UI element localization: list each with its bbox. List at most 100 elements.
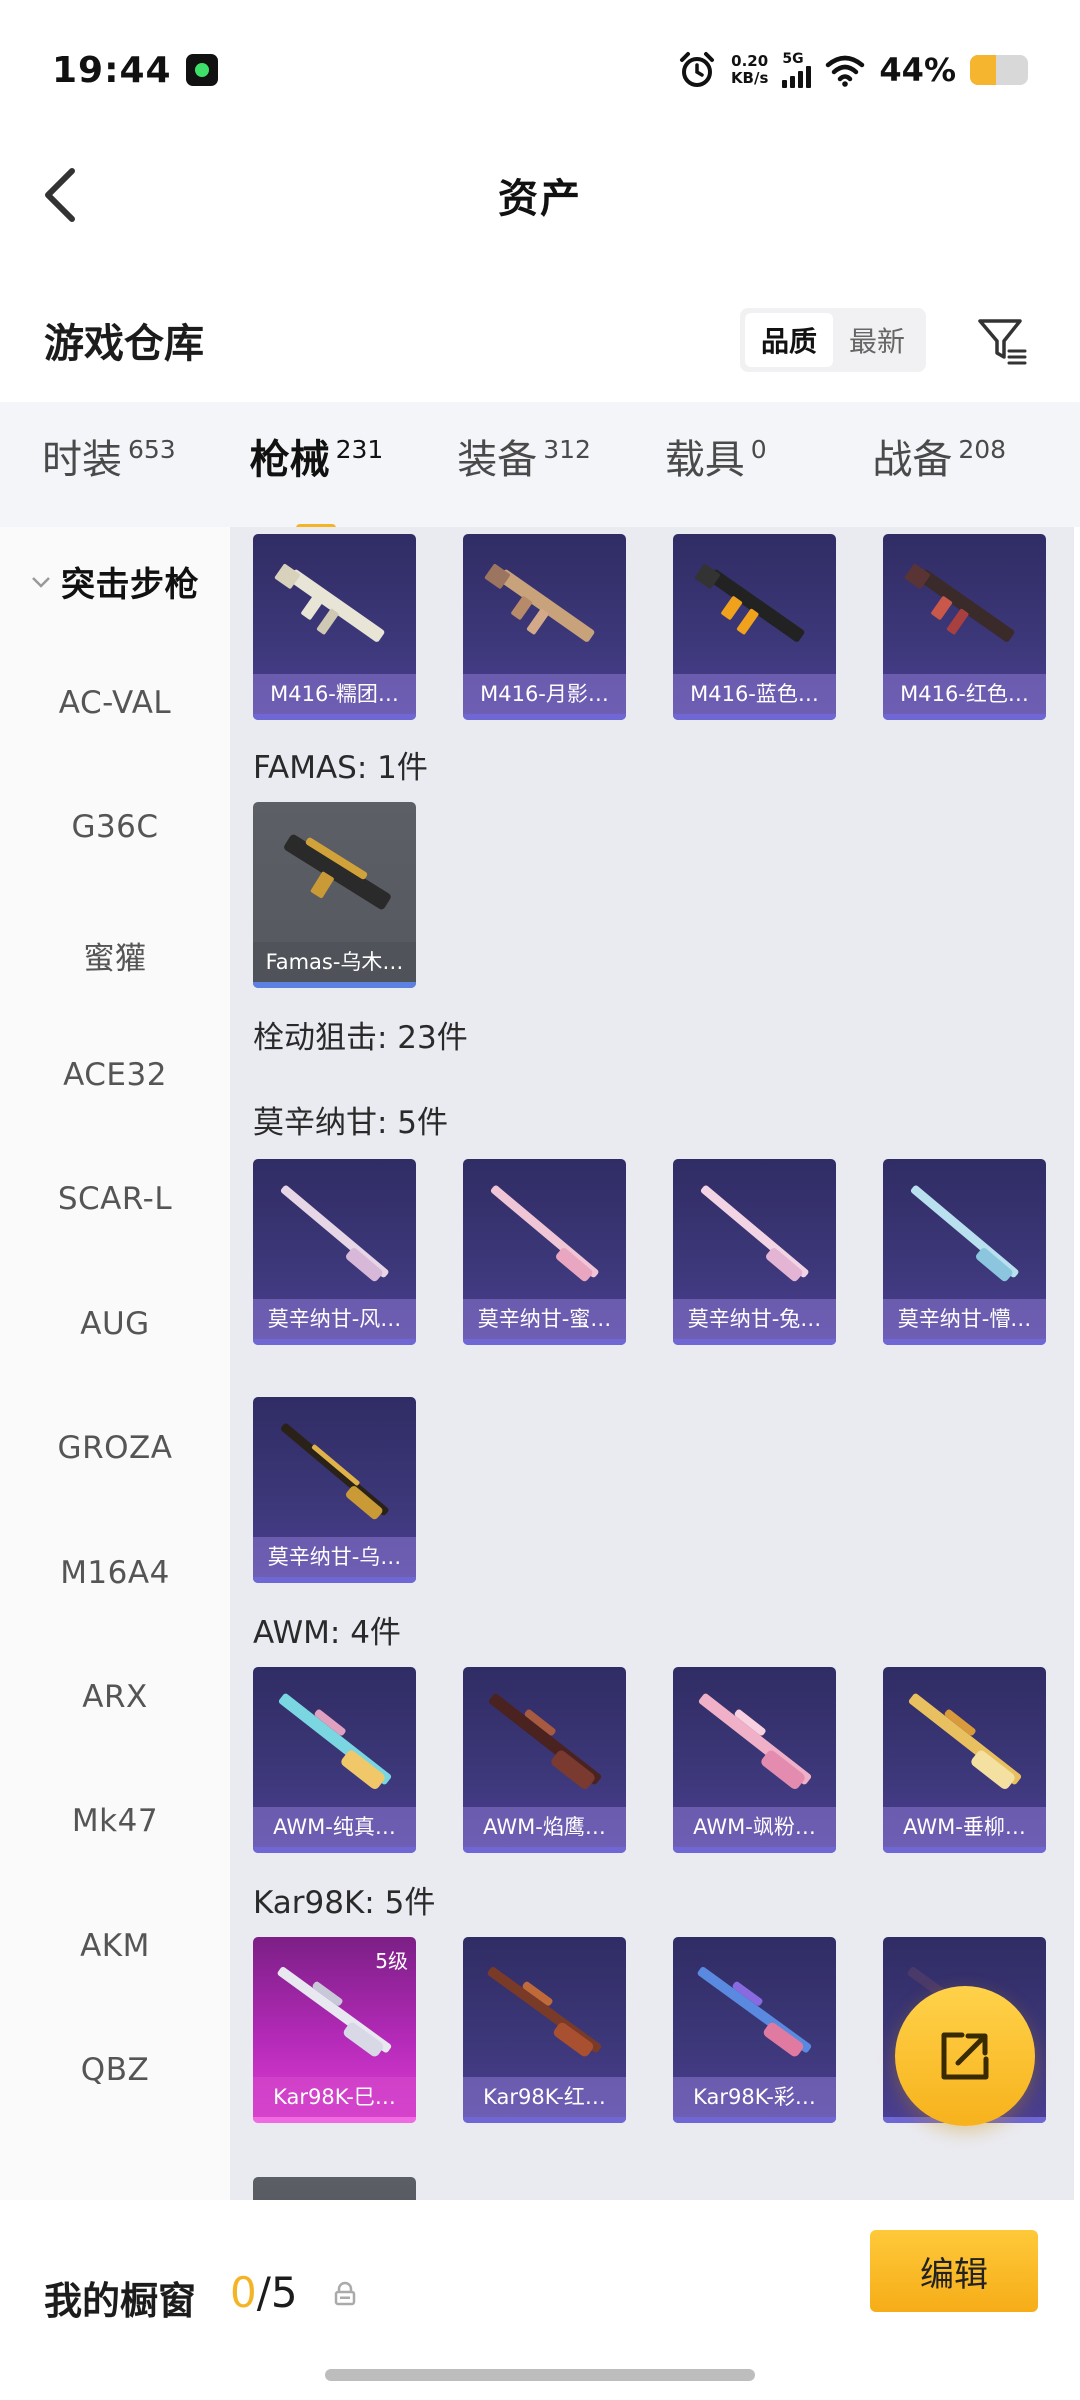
share-button[interactable] xyxy=(895,1986,1035,2126)
rarity-bar xyxy=(253,982,416,988)
showcase-bar: 我的橱窗 0/5 编辑 xyxy=(0,2200,1080,2400)
tab-count: 208 xyxy=(958,434,1007,464)
sort-option-quality[interactable]: 品质 xyxy=(745,313,833,367)
skin-name: Kar98K-巳… xyxy=(253,2077,416,2117)
skin-card[interactable]: AWM-焰鹰… xyxy=(463,1667,626,1853)
skin-name: AWM-垂柳… xyxy=(883,1807,1046,1847)
rarity-bar xyxy=(253,714,416,720)
tab-supplies[interactable]: 战备 208 xyxy=(872,430,1080,500)
sidebar-item-arx[interactable]: ARX xyxy=(0,1679,230,1715)
skin-name: M416-红色… xyxy=(883,674,1046,714)
sniper-rifle-icon xyxy=(698,1693,812,1789)
sniper-rifle-icon xyxy=(700,1185,809,1282)
sidebar-item-m16a4[interactable]: M16A4 xyxy=(0,1555,230,1591)
rifle-icon xyxy=(694,564,805,642)
group-label-kar98k: Kar98K: 5件 xyxy=(253,1885,436,1921)
tab-weapons[interactable]: 枪械 231 xyxy=(249,430,458,532)
sidebar-item-ace32[interactable]: ACE32 xyxy=(0,1057,230,1093)
group-label-mosin: 莫辛纳甘: 5件 xyxy=(253,1105,449,1141)
filter-icon xyxy=(978,319,1027,365)
category-tabs: 时装 653 枪械 231 装备 312 载具 0 战备 208 xyxy=(0,402,1080,532)
skin-card[interactable]: 莫辛纳甘-蜜… xyxy=(463,1159,626,1345)
sniper-rifle-icon xyxy=(910,1185,1019,1282)
showcase-current: 0 xyxy=(230,2268,257,2317)
skin-name: M416-蓝色… xyxy=(673,674,836,714)
rarity-bar xyxy=(253,1847,416,1853)
sidebar-item-aug[interactable]: AUG xyxy=(0,1306,230,1342)
tab-label: 时装 xyxy=(42,436,122,483)
skin-name: AWM-飒粉… xyxy=(673,1807,836,1847)
skin-card[interactable]: M416-蓝色… xyxy=(673,534,836,720)
home-indicator[interactable] xyxy=(325,2369,755,2381)
page-header: 资产 xyxy=(0,140,1080,250)
sort-option-latest[interactable]: 最新 xyxy=(833,313,921,367)
sidebar-item-mk47[interactable]: Mk47 xyxy=(0,1803,230,1839)
skin-card[interactable]: M416-糯团… xyxy=(253,534,416,720)
grid-edge xyxy=(1074,527,1080,2200)
sidebar-item-honey-badger[interactable]: 蜜獾 xyxy=(0,933,230,978)
battery-icon xyxy=(970,55,1028,85)
tab-count: 312 xyxy=(543,434,591,464)
sniper-rifle-icon xyxy=(697,1966,812,2057)
skin-card[interactable]: 莫辛纳甘-风… xyxy=(253,1159,416,1345)
rarity-bar xyxy=(673,1339,836,1345)
rarity-bar xyxy=(883,1339,1046,1345)
sidebar-item-ac-val[interactable]: AC-VAL xyxy=(0,685,230,721)
skin-card[interactable]: M416-红色… xyxy=(883,534,1046,720)
tab-equipment[interactable]: 装备 312 xyxy=(457,430,665,500)
skin-card[interactable]: Famas-乌木… xyxy=(253,802,416,988)
share-icon xyxy=(941,2032,989,2080)
skin-name: Kar98K-红… xyxy=(463,2077,626,2117)
tab-count: 653 xyxy=(128,434,176,464)
skin-name: AWM-纯真… xyxy=(253,1807,416,1847)
sidebar-item-g36c[interactable]: G36C xyxy=(0,809,230,845)
section-header: 游戏仓库 品质 最新 xyxy=(0,290,1080,390)
page-title: 资产 xyxy=(498,176,582,222)
tab-label: 装备 xyxy=(457,436,538,483)
rarity-bar xyxy=(253,1577,416,1583)
lock-icon xyxy=(334,2281,356,2306)
tab-label: 枪械 xyxy=(249,436,330,483)
skin-card[interactable]: 5级 Kar98K-巳… xyxy=(253,1937,416,2123)
cell-signal: 5G xyxy=(782,51,812,88)
sidebar-item-assault-rifle[interactable]: 突击步枪 xyxy=(0,557,230,606)
signal-type: 5G xyxy=(782,51,804,67)
section-title: 游戏仓库 xyxy=(44,321,204,367)
skin-card[interactable]: AWM-垂柳… xyxy=(883,1667,1046,1853)
showcase-total: /5 xyxy=(256,2268,298,2317)
weapon-type-sidebar: 突击步枪 AC-VAL G36C 蜜獾 ACE32 SCAR-L AUG GRO… xyxy=(0,527,230,2200)
skin-card[interactable]: 莫辛纳甘-乌… xyxy=(253,1397,416,1583)
skin-card[interactable]: 莫辛纳甘-兔… xyxy=(673,1159,836,1345)
skin-card[interactable]: Kar98K-彩… xyxy=(673,1937,836,2123)
skin-card[interactable]: AWM-飒粉… xyxy=(673,1667,836,1853)
skin-name: M416-月影… xyxy=(463,674,626,714)
wifi-icon xyxy=(826,55,865,87)
filter-button[interactable] xyxy=(972,310,1032,370)
tab-costume[interactable]: 时装 653 xyxy=(42,430,250,500)
sidebar-item-groza[interactable]: GROZA xyxy=(0,1430,230,1466)
skin-card[interactable]: M416-月影… xyxy=(463,534,626,720)
tab-vehicles[interactable]: 载具 0 xyxy=(665,430,873,500)
sidebar-item-akm[interactable]: AKM xyxy=(0,1928,230,1964)
sort-toggle: 品质 最新 xyxy=(740,308,926,372)
level-badge: 5级 xyxy=(375,1949,408,1973)
sidebar-item-scar-l[interactable]: SCAR-L xyxy=(0,1181,230,1217)
back-button[interactable] xyxy=(30,162,90,228)
alarm-icon xyxy=(679,52,714,87)
sniper-rifle-icon xyxy=(490,1185,599,1282)
net-speed-unit: KB/s xyxy=(730,69,769,87)
rarity-bar xyxy=(463,1847,626,1853)
rarity-bar xyxy=(253,2117,416,2123)
sniper-rifle-icon xyxy=(908,1693,1022,1789)
skin-card[interactable]: 莫辛纳甘-懵… xyxy=(883,1159,1046,1345)
skin-card[interactable]: Kar98K-红… xyxy=(463,1937,626,2123)
rifle-icon xyxy=(484,564,595,642)
sidebar-item-qbz[interactable]: QBZ xyxy=(0,2052,230,2088)
rarity-bar xyxy=(673,2117,836,2123)
skin-card[interactable] xyxy=(253,2177,416,2200)
rarity-bar xyxy=(253,1339,416,1345)
skin-name: 莫辛纳甘-蜜… xyxy=(463,1299,626,1339)
skin-card[interactable]: AWM-纯真… xyxy=(253,1667,416,1853)
group-label-bolt-sniper: 栓动狙击: 23件 xyxy=(253,1020,468,1056)
edit-button[interactable]: 编辑 xyxy=(870,2230,1038,2312)
